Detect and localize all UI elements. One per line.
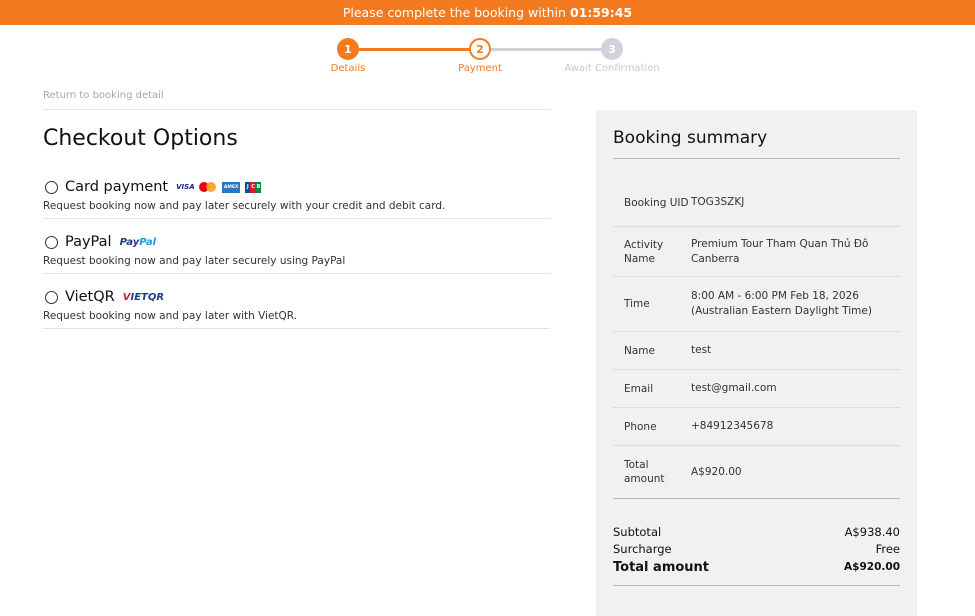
- card-logos: VISA AMEX J C B: [176, 181, 262, 193]
- payment-option-paypal[interactable]: PayPal PayPal Request booking now and pa…: [43, 232, 550, 274]
- summary-title: Booking summary: [613, 128, 768, 148]
- mastercard-logo: [199, 182, 217, 192]
- booking-timer-banner: Please complete the booking within 01:59…: [0, 0, 975, 25]
- divider: [43, 218, 550, 219]
- divider: [43, 109, 550, 110]
- price-totals: Subtotal A$938.40 Surcharge Free Total a…: [613, 523, 900, 577]
- divider: [613, 585, 900, 586]
- visa-logo: VISA: [176, 183, 195, 191]
- step-connector-2: [491, 48, 603, 51]
- amex-logo: AMEX: [222, 181, 241, 193]
- payment-option-name: Card payment: [65, 179, 169, 195]
- payment-option-description: Request booking now and pay later secure…: [43, 255, 346, 267]
- checkout-title: Checkout Options: [43, 126, 238, 151]
- step-2-circle: 2: [469, 38, 491, 60]
- booking-info-table: Booking UID TOG3SZKJ Activity Name Premi…: [613, 179, 900, 499]
- info-row-activity-name: Activity Name Premium Tour Tham Quan Thủ…: [613, 227, 900, 277]
- info-row-booking-uid: Booking UID TOG3SZKJ: [613, 179, 900, 227]
- return-to-booking-link[interactable]: Return to booking detail: [43, 90, 164, 101]
- payment-option-description: Request booking now and pay later secure…: [43, 200, 446, 212]
- vietqr-logo: VIETQR: [122, 291, 165, 303]
- divider: [43, 273, 550, 274]
- grand-total-value: A$920.00: [844, 561, 900, 573]
- subtotal-value: A$938.40: [844, 524, 900, 539]
- step-1-circle: 1: [337, 38, 359, 60]
- info-row-time: Time 8:00 AM - 6:00 PM Feb 18, 2026 (Aus…: [613, 277, 900, 332]
- info-row-name: Name test: [613, 332, 900, 370]
- step-connector-1: [359, 48, 471, 51]
- paypal-radio[interactable]: [45, 235, 58, 249]
- step-3-label: Await Confirmation: [564, 63, 660, 74]
- jcb-logo: J C B: [245, 181, 262, 193]
- divider: [43, 328, 550, 329]
- surcharge-row: Surcharge Free: [613, 541, 900, 556]
- divider: [613, 158, 900, 159]
- payment-option-description: Request booking now and pay later with V…: [43, 310, 298, 322]
- info-row-total-amount: Total amount A$920.00: [613, 446, 900, 499]
- timer-countdown: 01:59:45: [569, 5, 633, 20]
- info-row-phone: Phone +84912345678: [613, 408, 900, 446]
- checkout-stepper: 1 Details 2 Payment 3 Await Confirmation: [0, 37, 975, 77]
- card-payment-radio[interactable]: [45, 180, 58, 194]
- payment-option-card[interactable]: Card payment VISA AMEX J C B Request boo…: [43, 177, 550, 219]
- step-3-circle: 3: [601, 38, 623, 60]
- vietqr-radio[interactable]: [45, 290, 58, 304]
- grand-total-row: Total amount A$920.00: [613, 559, 900, 575]
- timer-prefix: Please complete the booking within: [342, 5, 566, 20]
- step-2-label: Payment: [458, 63, 502, 74]
- paypal-logo: PayPal: [119, 236, 157, 248]
- booking-summary-panel: Booking summary Booking UID TOG3SZKJ Act…: [596, 110, 917, 616]
- info-row-email: Email test@gmail.com: [613, 370, 900, 408]
- surcharge-value: Free: [875, 541, 900, 556]
- step-1-label: Details: [330, 63, 366, 74]
- payment-option-name: PayPal: [65, 234, 112, 250]
- subtotal-row: Subtotal A$938.40: [613, 524, 900, 539]
- payment-option-vietqr[interactable]: VietQR VIETQR Request booking now and pa…: [43, 287, 550, 329]
- payment-option-name: VietQR: [65, 289, 115, 305]
